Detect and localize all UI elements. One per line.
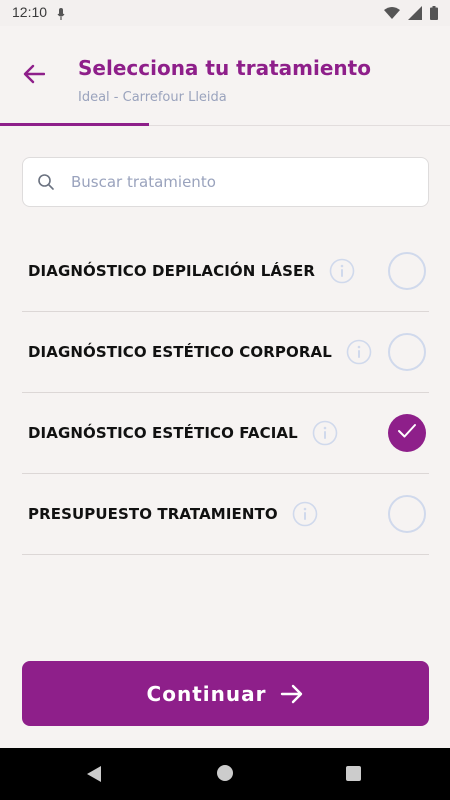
signal-icon: [408, 5, 422, 24]
page-subtitle: Ideal - Carrefour Lleida: [78, 90, 227, 105]
header: Selecciona tu tratamiento Ideal - Carref…: [0, 26, 450, 126]
status-time: 12:10: [12, 4, 48, 20]
search-box: [22, 157, 429, 207]
progress-bar: [0, 123, 450, 126]
arrow-left-icon: [23, 64, 46, 88]
treatment-label: PRESUPUESTO TRATAMIENTO: [28, 505, 278, 523]
treatment-row-depilacion-laser[interactable]: DIAGNÓSTICO DEPILACIÓN LÁSER: [22, 231, 429, 312]
system-nav-bar: [0, 748, 450, 800]
continue-label: Continuar: [146, 681, 267, 706]
treatment-label: DIAGNÓSTICO ESTÉTICO FACIAL: [28, 424, 298, 442]
search-icon: [37, 173, 55, 195]
radio-button[interactable]: [388, 333, 426, 371]
radio-button[interactable]: [388, 495, 426, 533]
treatment-row-estetico-corporal[interactable]: DIAGNÓSTICO ESTÉTICO CORPORAL: [22, 312, 429, 393]
treatment-label: DIAGNÓSTICO ESTÉTICO CORPORAL: [28, 343, 332, 361]
info-icon[interactable]: [329, 258, 355, 284]
treatment-row-presupuesto[interactable]: PRESUPUESTO TRATAMIENTO: [22, 474, 429, 555]
search-input[interactable]: [71, 158, 411, 206]
arrow-right-icon: [280, 684, 304, 704]
radio-button-checked[interactable]: [388, 414, 426, 452]
continue-button[interactable]: Continuar: [22, 661, 429, 726]
wifi-icon: [384, 5, 400, 24]
info-icon[interactable]: [346, 339, 372, 365]
progress-fill: [0, 123, 149, 126]
status-bar: 12:10: [0, 0, 450, 26]
nav-back-icon[interactable]: [86, 765, 102, 787]
mic-icon: [57, 6, 65, 25]
back-button[interactable]: [20, 62, 48, 90]
treatment-label: DIAGNÓSTICO DEPILACIÓN LÁSER: [28, 262, 315, 280]
treatment-row-estetico-facial[interactable]: DIAGNÓSTICO ESTÉTICO FACIAL: [22, 393, 429, 474]
nav-recents-icon[interactable]: [346, 766, 361, 781]
battery-icon: [430, 5, 438, 24]
radio-button[interactable]: [388, 252, 426, 290]
treatment-list: DIAGNÓSTICO DEPILACIÓN LÁSER DIAGNÓSTICO…: [22, 231, 429, 555]
info-icon[interactable]: [292, 501, 318, 527]
info-icon[interactable]: [312, 420, 338, 446]
nav-home-icon[interactable]: [217, 765, 233, 781]
check-icon: [397, 423, 417, 443]
page-title: Selecciona tu tratamiento: [78, 56, 371, 80]
